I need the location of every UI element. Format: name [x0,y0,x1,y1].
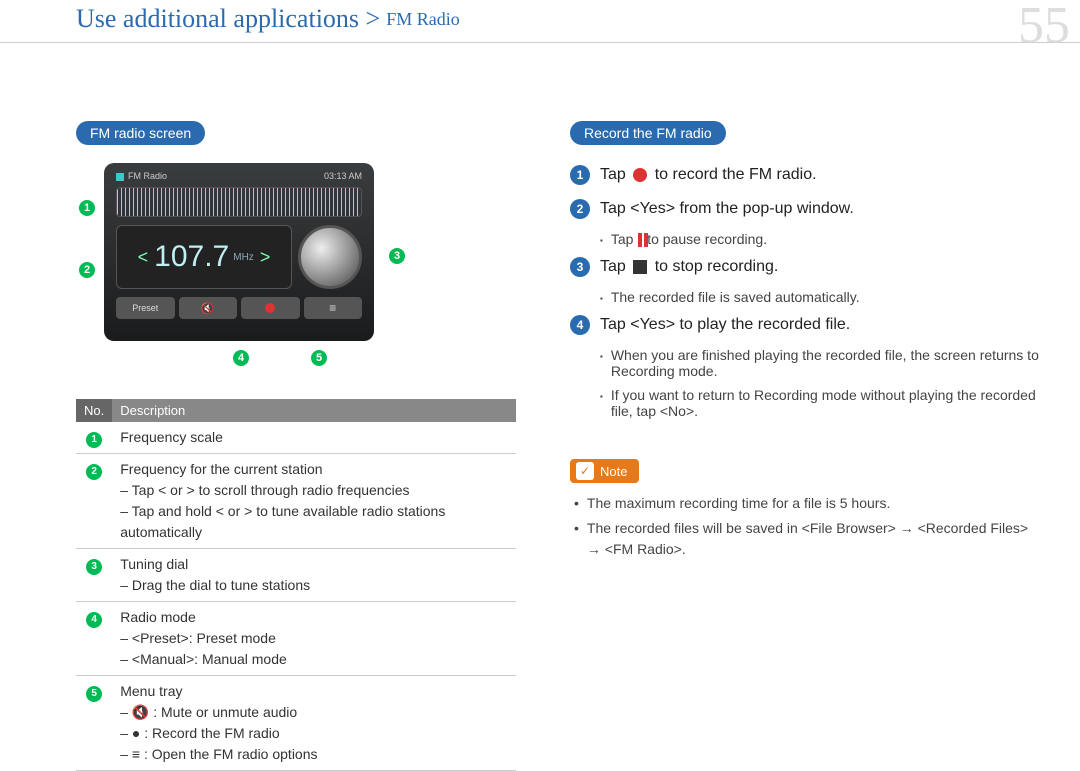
step-4: 4 Tap <Yes> to play the recorded file. [570,313,1040,337]
header: Use additional applications > FM Radio 5… [0,0,1080,38]
table-row: 1 Frequency scale [76,422,516,454]
callout-3: 3 [388,247,406,265]
note-box: ✓ Note The maximum recording time for a … [570,459,1040,560]
sub-text-pre: Tap [611,231,637,247]
note-item: The maximum recording time for a file is… [574,493,1040,514]
radio-screenshot: FM Radio 03:13 AM < 107.7 MHz > Preset [104,163,374,341]
row-desc: Frequency for the current station [120,459,508,480]
frequency-value: 107.7 [154,240,229,274]
sub-text: When you are finished playing the record… [611,347,1040,379]
step-text: Tap to stop recording. [600,255,778,279]
frequency-row: < 107.7 MHz > [110,225,368,289]
table-row: 5 Menu tray – 🔇 : Mute or unmute audio –… [76,676,516,771]
radio-time: 03:13 AM [324,171,362,181]
sub-text: The recorded file is saved automatically… [611,289,860,305]
step-2: 2 Tap <Yes> from the pop-up window. [570,197,1040,221]
row-num: 1 [86,432,102,448]
section-pill-record: Record the FM radio [570,121,726,145]
freq-right-icon[interactable]: > [254,247,277,268]
radio-button-row: Preset [110,297,368,319]
row-num: 4 [86,612,102,628]
table-row: 4 Radio mode – <Preset>: Preset mode – <… [76,602,516,676]
record-button[interactable] [241,297,300,319]
step-1: 1 Tap to record the FM radio. [570,163,1040,187]
preset-button[interactable]: Preset [116,297,175,319]
step-number: 1 [570,165,590,185]
step-text: Tap to record the FM radio. [600,163,817,187]
sub-text-post: to pause recording. [643,231,767,247]
note-item: The recorded files will be saved in <Fil… [574,518,1040,560]
step-text: Tap <Yes> from the pop-up window. [600,197,854,221]
radio-app-icon [116,173,124,181]
table-head-desc: Description [112,399,516,422]
description-table: No. Description 1 Frequency scale 2 Freq… [76,399,516,771]
note-check-icon: ✓ [576,462,594,480]
table-head-no: No. [76,399,112,422]
note-item-text: The recorded files will be saved in <Fil… [587,518,1040,560]
row-desc: – 🔇 : Mute or unmute audio [120,702,508,723]
record-icon [633,168,647,182]
radio-titlebar: FM Radio 03:13 AM [110,169,368,187]
step-text: Tap <Yes> to play the recorded file. [600,313,850,337]
callout-1: 1 [78,199,96,217]
callout-5: 5 [310,349,328,367]
row-num: 5 [86,686,102,702]
radio-title: FM Radio [116,171,167,181]
row-desc: Tuning dial [120,554,508,575]
note-label: ✓ Note [570,459,639,483]
row-desc: Radio mode [120,607,508,628]
mute-button[interactable] [179,297,238,319]
freq-left-icon[interactable]: < [132,247,155,268]
note-item-text: The maximum recording time for a file is… [587,493,890,514]
breadcrumb-main: Use additional applications > [76,4,380,34]
stop-icon [633,260,647,274]
step-number: 2 [570,199,590,219]
note-label-text: Note [600,464,627,479]
step-text-pre: Tap [600,166,630,183]
step-4-sub-1: When you are finished playing the record… [600,347,1040,379]
row-num: 3 [86,559,102,575]
row-num: 2 [86,464,102,480]
step-3-sub: The recorded file is saved automatically… [600,289,1040,305]
step-3: 3 Tap to stop recording. [570,255,1040,279]
row-desc: – <Preset>: Preset mode [120,628,508,649]
step-number: 3 [570,257,590,277]
right-column: Record the FM radio 1 Tap to record the … [570,121,1040,771]
row-desc: Menu tray [120,681,508,702]
callout-2: 2 [78,261,96,279]
table-row: 2 Frequency for the current station – Ta… [76,454,516,549]
frequency-display[interactable]: < 107.7 MHz > [116,225,292,289]
left-column: FM radio screen FM Radio 03:13 AM < 107.… [76,121,546,771]
step-number: 4 [570,315,590,335]
row-desc: – Drag the dial to tune stations [120,575,508,596]
row-desc: – ● : Record the FM radio [120,723,508,744]
frequency-unit: MHz [233,252,254,263]
step-text-pre: Tap [600,258,630,275]
radio-screenshot-wrap: FM Radio 03:13 AM < 107.7 MHz > Preset [104,163,434,341]
step-text-post: to stop recording. [650,258,778,275]
steps-list: 1 Tap to record the FM radio. 2 Tap <Yes… [570,163,1040,419]
row-desc: Frequency scale [120,429,223,445]
frequency-scale[interactable] [116,187,362,217]
callout-4: 4 [232,349,250,367]
pause-icon [638,233,642,247]
breadcrumb-sub: FM Radio [386,9,460,30]
step-2-sub: Tap to pause recording. [600,231,1040,247]
section-pill-fm-screen: FM radio screen [76,121,205,145]
table-row: 3 Tuning dial – Drag the dial to tune st… [76,549,516,602]
note-list: The maximum recording time for a file is… [570,493,1040,560]
row-desc: – <Manual>: Manual mode [120,649,508,670]
row-desc: – Tap and hold < or > to tune available … [120,501,508,543]
sub-text: If you want to return to Recording mode … [611,387,1040,419]
step-4-sub-2: If you want to return to Recording mode … [600,387,1040,419]
radio-title-text: FM Radio [128,171,167,181]
content: FM radio screen FM Radio 03:13 AM < 107.… [0,43,1080,771]
step-text-post: to record the FM radio. [650,166,816,183]
page-number: 55 [1018,0,1070,55]
options-button[interactable] [304,297,363,319]
row-desc: – Tap < or > to scroll through radio fre… [120,480,508,501]
tuning-dial[interactable] [298,225,362,289]
